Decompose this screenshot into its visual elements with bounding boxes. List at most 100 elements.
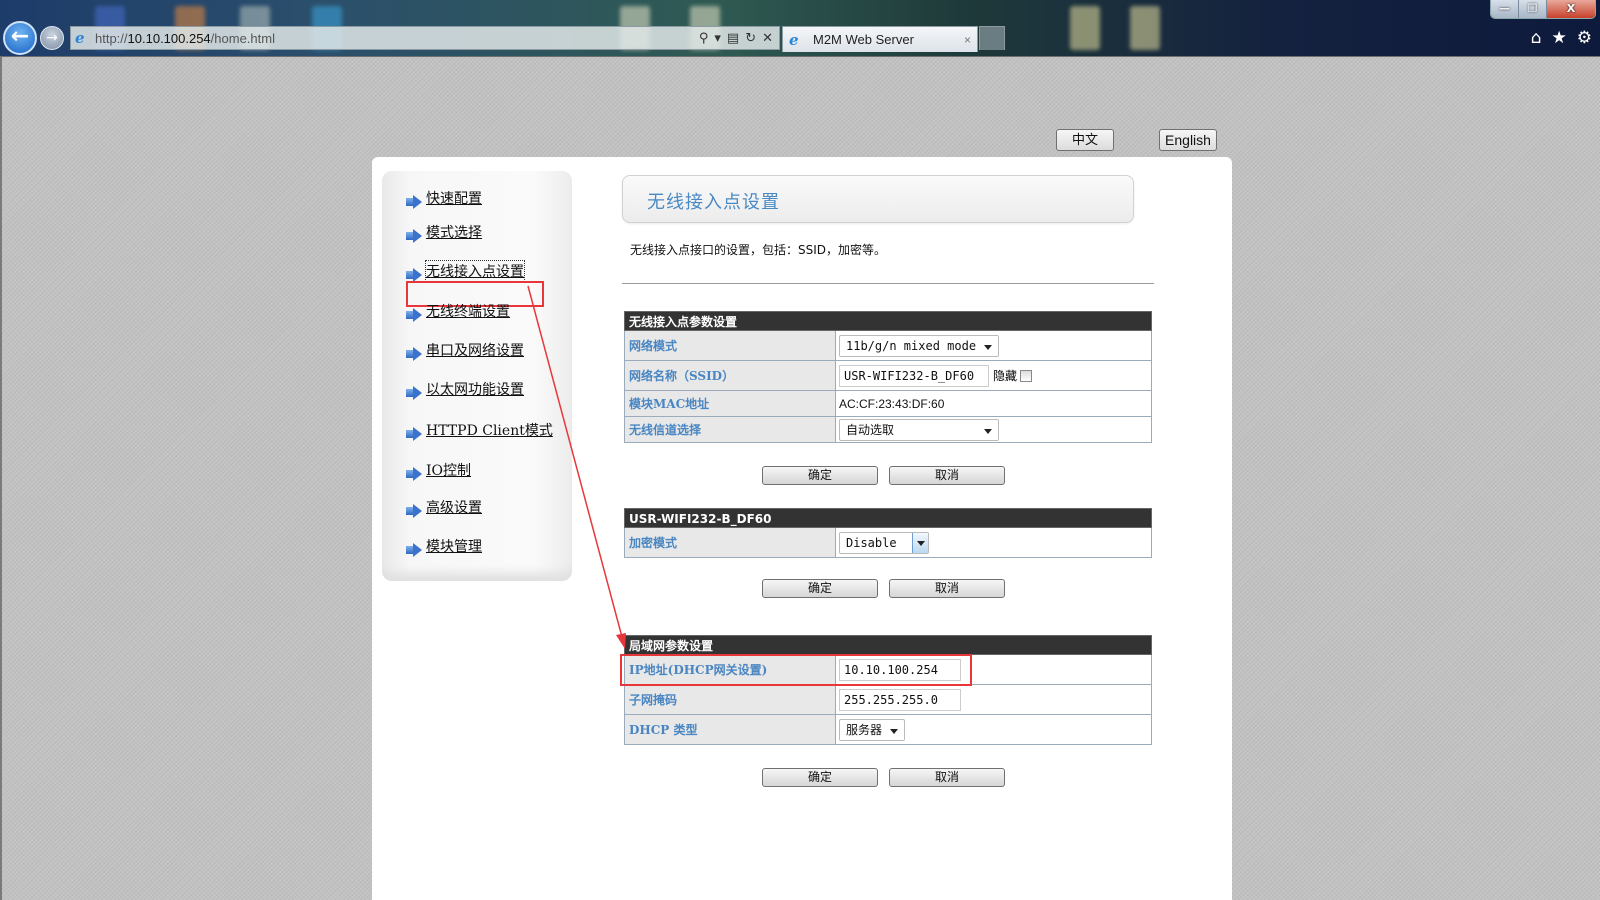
sidebar-item-label[interactable]: HTTPD Client模式 (426, 420, 553, 440)
select-value: 11b/g/n mixed mode (846, 338, 977, 353)
page-viewport: 中文 English 快速配置 模式选择 无线接入点设置 无线终端设置 串口及网… (0, 56, 1600, 900)
encryption-select[interactable]: Disable (839, 531, 929, 554)
sidebar-item-label[interactable]: 模式选择 (426, 222, 482, 242)
english-language-button[interactable]: English (1159, 129, 1217, 151)
lan-cancel-button[interactable]: 取消 (889, 768, 1005, 787)
desktop-decoration (1130, 6, 1160, 50)
desktop-decoration (1070, 6, 1100, 50)
hide-ssid-checkbox[interactable] (1020, 369, 1033, 382)
ie-page-icon: e (75, 29, 85, 47)
sidebar-item-httpd-client[interactable]: HTTPD Client模式 (406, 419, 553, 441)
sidebar-item-serial-network[interactable]: 串口及网络设置 (406, 339, 524, 361)
ssid-input[interactable]: USR-WIFI232-B_DF60 (839, 364, 989, 387)
divider (622, 283, 1154, 284)
section-header: USR-WIFI232-B_DF60 (624, 508, 1152, 528)
annotation-highlight-box (620, 654, 972, 686)
url-host: 10.10.100.254 (127, 30, 211, 46)
sidebar-menu: 快速配置 模式选择 无线接入点设置 无线终端设置 串口及网络设置 以太网功能设置… (382, 171, 572, 581)
dropdown-icon[interactable]: ▾ (714, 31, 721, 46)
dhcp-type-select[interactable]: 服务器 (839, 718, 905, 741)
chevron-down-icon (984, 428, 992, 434)
sidebar-item-ethernet[interactable]: 以太网功能设置 (406, 378, 524, 400)
content-panel: 快速配置 模式选择 无线接入点设置 无线终端设置 串口及网络设置 以太网功能设置… (372, 157, 1232, 900)
browser-chrome: — ❐ X ← → e http://10.10.100.254/home.ht… (0, 0, 1600, 56)
lan-settings-section: 局域网参数设置 IP地址(DHCP网关设置) 10.10.100.254 子网掩… (624, 635, 1152, 745)
minimize-button[interactable]: — (1491, 0, 1519, 18)
ie-tab-icon: e (789, 30, 799, 49)
sidebar-item-wireless-sta[interactable]: 无线终端设置 (406, 300, 510, 322)
arrow-right-icon (406, 347, 423, 361)
address-bar[interactable]: e http://10.10.100.254/home.html ⚲ ▾ ▤ ↻… (70, 26, 780, 50)
back-button[interactable]: ← (3, 21, 37, 55)
field-label: 无线信道选择 (625, 417, 836, 442)
sidebar-item-label[interactable]: 无线终端设置 (426, 301, 510, 321)
chinese-language-button[interactable]: 中文 (1056, 129, 1114, 151)
select-value: Disable (846, 535, 897, 550)
mac-address-value: AC:CF:23:43:DF:60 (839, 396, 945, 411)
arrow-right-icon (406, 229, 423, 243)
field-label: 子网掩码 (625, 685, 836, 714)
sidebar-item-label[interactable]: 模块管理 (426, 536, 482, 556)
sidebar-item-label[interactable]: 串口及网络设置 (426, 340, 524, 360)
arrow-right-icon (406, 467, 423, 481)
url-protocol: http:// (95, 30, 128, 46)
sidebar-item-label[interactable]: IO控制 (426, 460, 471, 480)
arrow-right-icon (406, 427, 423, 441)
field-label: 模块MAC地址 (625, 391, 836, 416)
mac-row: 模块MAC地址 AC:CF:23:43:DF:60 (624, 391, 1152, 417)
section-header: 局域网参数设置 (624, 635, 1152, 655)
network-mode-row: 网络模式 11b/g/n mixed mode (624, 331, 1152, 361)
sidebar-item-wireless-ap[interactable]: 无线接入点设置 (406, 260, 525, 282)
hide-ssid-label: 隐藏 (993, 369, 1018, 383)
lan-ok-button[interactable]: 确定 (762, 768, 878, 787)
arrow-right-icon (406, 195, 423, 209)
channel-select[interactable]: 自动选取 (839, 418, 999, 441)
page-title-box: 无线接入点设置 (622, 175, 1134, 223)
field-label: 网络模式 (625, 331, 836, 360)
network-mode-select[interactable]: 11b/g/n mixed mode (839, 334, 999, 357)
ap-settings-section: 无线接入点参数设置 网络模式 11b/g/n mixed mode 网络名称（S… (624, 311, 1152, 443)
sidebar-item-label[interactable]: 以太网功能设置 (426, 379, 524, 399)
search-icon[interactable]: ⚲ (699, 31, 709, 46)
tab-close-icon[interactable]: × (964, 33, 971, 47)
home-icon[interactable]: ⌂ (1531, 28, 1542, 48)
sidebar-item-module-management[interactable]: 模块管理 (406, 535, 482, 557)
security-cancel-button[interactable]: 取消 (889, 579, 1005, 598)
ap-cancel-button[interactable]: 取消 (889, 466, 1005, 485)
subnet-mask-input[interactable]: 255.255.255.0 (839, 688, 961, 711)
chevron-down-icon (984, 344, 992, 350)
stop-icon[interactable]: ✕ (762, 31, 773, 46)
compatibility-view-icon[interactable]: ▤ (727, 31, 739, 46)
browser-tab[interactable]: e M2M Web Server × (782, 26, 978, 52)
gear-icon[interactable]: ⚙ (1577, 28, 1592, 48)
sidebar-item-quick-config[interactable]: 快速配置 (406, 187, 482, 209)
sidebar-item-label[interactable]: 高级设置 (426, 497, 482, 517)
arrow-right-icon (406, 268, 423, 282)
sidebar-item-advanced[interactable]: 高级设置 (406, 496, 482, 518)
restore-button[interactable]: ❐ (1519, 0, 1547, 18)
arrow-right-icon (406, 308, 423, 322)
ssid-row: 网络名称（SSID） USR-WIFI232-B_DF60 隐藏 (624, 361, 1152, 391)
close-window-button[interactable]: X (1547, 0, 1595, 18)
refresh-icon[interactable]: ↻ (745, 31, 756, 46)
new-tab-button[interactable] (979, 26, 1005, 50)
browser-toolbar: ⌂ ★ ⚙ (1531, 28, 1592, 48)
sidebar-item-mode-select[interactable]: 模式选择 (406, 221, 482, 243)
field-label: 加密模式 (625, 528, 836, 557)
address-tools: ⚲ ▾ ▤ ↻ ✕ (699, 31, 779, 46)
dhcp-type-row: DHCP 类型 服务器 (624, 715, 1152, 745)
favorites-icon[interactable]: ★ (1552, 28, 1567, 48)
field-label: 网络名称（SSID） (625, 361, 836, 390)
sidebar-item-io-control[interactable]: IO控制 (406, 459, 471, 481)
window-controls: — ❐ X (1490, 0, 1596, 19)
forward-button[interactable]: → (40, 26, 64, 50)
encryption-row: 加密模式 Disable (624, 528, 1152, 558)
chevron-down-icon (890, 728, 898, 734)
sidebar-item-label[interactable]: 无线接入点设置 (425, 260, 525, 282)
security-ok-button[interactable]: 确定 (762, 579, 878, 598)
url-path: /home.html (210, 30, 275, 46)
sidebar-item-label[interactable]: 快速配置 (426, 188, 482, 208)
ap-ok-button[interactable]: 确定 (762, 466, 878, 485)
url-text[interactable]: http://10.10.100.254/home.html (95, 31, 699, 46)
section-header: 无线接入点参数设置 (624, 311, 1152, 331)
